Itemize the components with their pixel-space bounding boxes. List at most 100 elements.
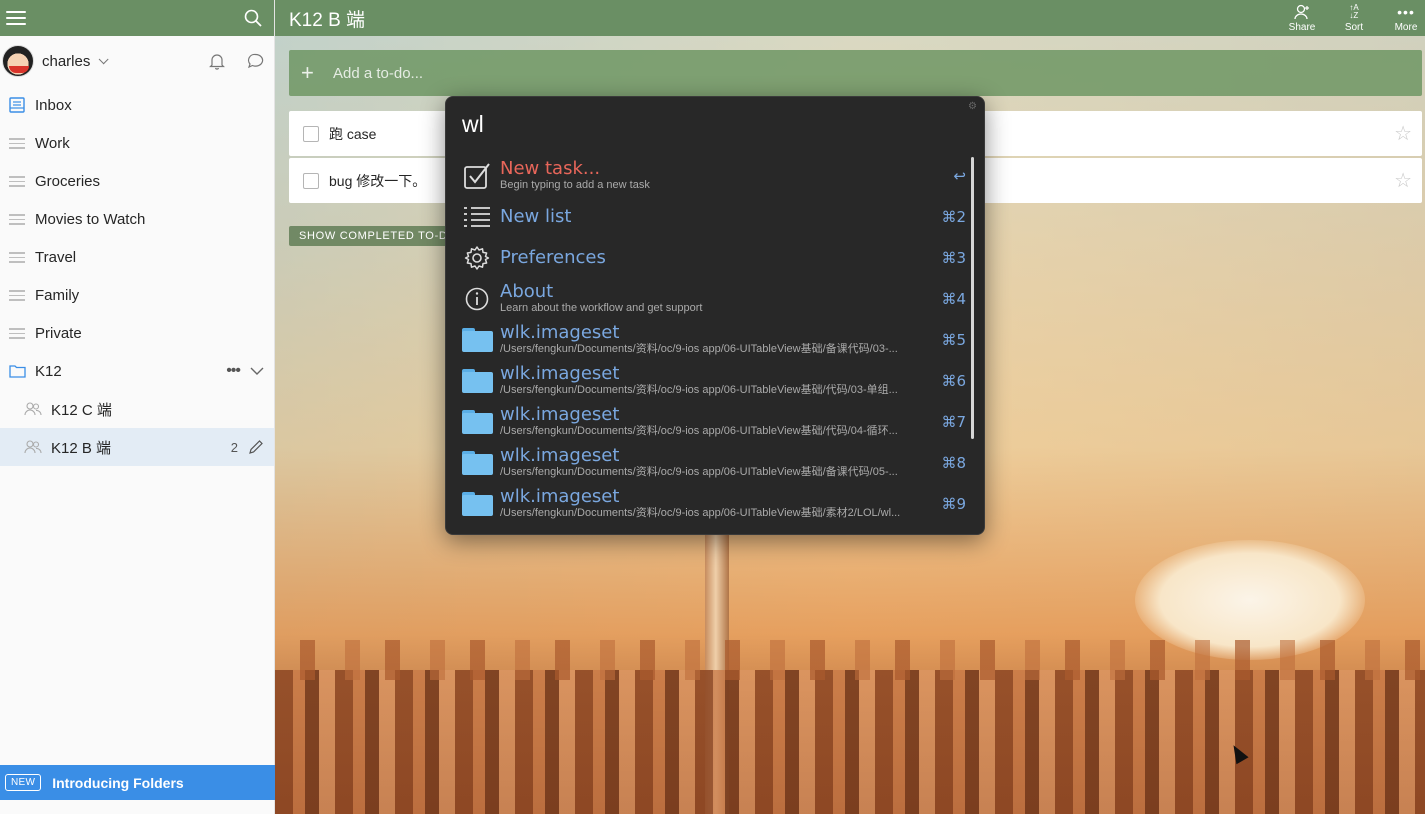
result-subtitle: /Users/fengkun/Documents/资料/oc/9-ios app… <box>500 466 898 478</box>
checkbox-checked-icon <box>460 159 494 193</box>
star-icon[interactable]: ☆ <box>1394 168 1412 193</box>
folder-icon <box>460 405 494 439</box>
sidebar-item-groceries[interactable]: Groceries <box>0 162 274 200</box>
launcher-scrollbar[interactable] <box>971 157 974 439</box>
list-title: K12 B 端 <box>289 9 366 31</box>
sidebar-item-private[interactable]: Private <box>0 314 274 352</box>
list-icon <box>8 324 26 342</box>
more-options-icon[interactable]: ••• <box>226 362 241 380</box>
launcher-query-input[interactable]: wl <box>462 111 484 138</box>
result-title: wlk.imageset <box>500 364 620 384</box>
more-label: More <box>1394 21 1418 33</box>
sidebar-toolbar <box>0 0 274 36</box>
gear-icon <box>460 241 494 275</box>
sidebar-item-label: Family <box>35 286 80 304</box>
search-icon[interactable] <box>244 9 262 27</box>
sidebar-item-label: Inbox <box>35 96 72 114</box>
avatar[interactable] <box>2 45 34 77</box>
task-checkbox[interactable] <box>303 172 319 189</box>
task-checkbox[interactable] <box>303 125 319 142</box>
background-city <box>275 640 1425 814</box>
result-shortcut: ⌘4 <box>941 289 966 308</box>
result-subtitle: /Users/fengkun/Documents/资料/oc/9-ios app… <box>500 425 898 437</box>
sidebar-item-movies-to-watch[interactable]: Movies to Watch <box>0 200 274 238</box>
result-subtitle: /Users/fengkun/Documents/资料/oc/9-ios app… <box>500 384 898 396</box>
sidebar-item-label: K12 B 端 <box>51 439 112 457</box>
result-title: wlk.imageset <box>500 446 620 466</box>
result-shortcut: ⌘7 <box>941 412 966 431</box>
settings-gear-icon[interactable]: ⚙ <box>968 101 978 112</box>
sort-az-icon: ↑A ↓Z <box>1349 2 1359 20</box>
list-icon <box>8 248 26 266</box>
chevron-down-icon[interactable] <box>250 367 264 375</box>
comment-icon[interactable] <box>247 53 264 69</box>
add-todo-placeholder: Add a to-do... <box>333 64 424 82</box>
result-title: New task... <box>500 159 601 179</box>
sidebar-item-label: Groceries <box>35 172 101 190</box>
result-row-new-task[interactable]: New task... Begin typing to add a new ta… <box>460 155 966 196</box>
task-title[interactable]: bug 修改一下。 <box>329 171 426 191</box>
folder-icon <box>460 364 494 398</box>
chevron-down-icon[interactable] <box>99 53 109 64</box>
result-subtitle: Learn about the workflow and get support <box>500 302 703 314</box>
result-subtitle: /Users/fengkun/Documents/资料/oc/9-ios app… <box>500 507 901 519</box>
result-row-about[interactable]: About Learn about the workflow and get s… <box>460 278 966 319</box>
list-icon <box>8 210 26 228</box>
result-shortcut: ↩ <box>953 166 966 185</box>
task-title[interactable]: 跑 case <box>329 124 376 144</box>
result-row-preferences[interactable]: Preferences ⌘3 <box>460 237 966 278</box>
result-row-file[interactable]: wlk.imageset /Users/fengkun/Documents/资料… <box>460 442 966 483</box>
result-title: wlk.imageset <box>500 323 620 343</box>
task-count-badge: 2 <box>230 439 238 455</box>
sidebar-item-label: Work <box>35 134 70 152</box>
sidebar-folder-k12[interactable]: K12 ••• <box>0 352 274 390</box>
hamburger-menu-icon[interactable] <box>6 11 26 25</box>
result-title: About <box>500 282 554 302</box>
result-row-new-list[interactable]: New list ⌘2 <box>460 196 966 237</box>
result-subtitle: /Users/fengkun/Documents/资料/oc/9-ios app… <box>500 343 898 355</box>
result-shortcut: ⌘5 <box>941 330 966 349</box>
list-icon <box>460 200 494 234</box>
sidebar-item-label: Private <box>35 324 82 342</box>
edit-pencil-icon[interactable] <box>248 439 264 455</box>
share-button[interactable]: Share <box>1287 4 1317 33</box>
sidebar-item-inbox[interactable]: Inbox <box>0 86 274 124</box>
introducing-folders-banner[interactable]: NEW Introducing Folders <box>0 765 275 800</box>
result-title: wlk.imageset <box>500 487 620 507</box>
shared-list-icon <box>24 438 42 456</box>
sidebar: charles Inbox Work Groceries Movies to W… <box>0 0 275 814</box>
result-row-file[interactable]: wlk.imageset /Users/fengkun/Documents/资料… <box>460 360 966 401</box>
user-menu[interactable]: charles <box>0 36 274 86</box>
add-todo-input[interactable]: + Add a to-do... <box>289 50 1422 96</box>
result-title: New list <box>500 206 572 227</box>
result-row-file[interactable]: wlk.imageset /Users/fengkun/Documents/资料… <box>460 483 966 524</box>
result-row-file[interactable]: wlk.imageset /Users/fengkun/Documents/资料… <box>460 401 966 442</box>
sidebar-item-k12-c[interactable]: K12 C 端 <box>0 390 274 428</box>
launcher-window: ⚙ wl New task... Begin typing to add a n… <box>445 96 985 535</box>
result-row-file[interactable]: wlk.imageset /Users/fengkun/Documents/资料… <box>460 319 966 360</box>
sidebar-item-work[interactable]: Work <box>0 124 274 162</box>
new-badge: NEW <box>5 774 42 791</box>
star-icon[interactable]: ☆ <box>1394 121 1412 146</box>
more-button[interactable]: ••• More <box>1391 4 1421 33</box>
list-header: K12 B 端 Share ↑A ↓Z Sort ••• More <box>275 0 1425 36</box>
sidebar-item-travel[interactable]: Travel <box>0 238 274 276</box>
folder-icon <box>460 323 494 357</box>
sidebar-item-label: K12 <box>35 362 62 380</box>
bell-icon[interactable] <box>209 53 225 70</box>
list-icon <box>8 134 26 152</box>
result-shortcut: ⌘9 <box>941 494 966 513</box>
sidebar-item-label: Travel <box>35 248 77 266</box>
share-label: Share <box>1288 21 1316 33</box>
sidebar-item-label: Movies to Watch <box>35 210 146 228</box>
list-icon <box>8 172 26 190</box>
result-shortcut: ⌘8 <box>941 453 966 472</box>
result-shortcut: ⌘6 <box>941 371 966 390</box>
sort-button[interactable]: ↑A ↓Z Sort <box>1339 2 1369 33</box>
result-title: Preferences <box>500 247 606 268</box>
sidebar-item-family[interactable]: Family <box>0 276 274 314</box>
show-completed-button[interactable]: SHOW COMPLETED TO-D <box>289 226 458 246</box>
sort-label: Sort <box>1344 21 1364 33</box>
user-name[interactable]: charles <box>42 53 90 70</box>
sidebar-item-k12-b[interactable]: K12 B 端 2 <box>0 428 274 466</box>
